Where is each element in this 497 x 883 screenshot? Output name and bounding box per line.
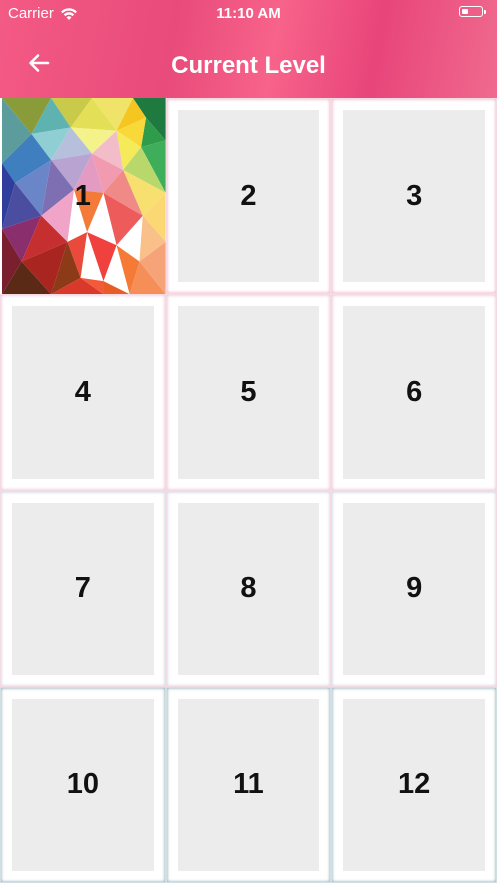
battery-nub [484, 10, 486, 14]
level-tile-8[interactable]: 8 [165, 490, 332, 687]
level-number: 10 [66, 768, 99, 801]
level-tile-1[interactable]: 1 [0, 98, 166, 295]
battery-icon [459, 6, 486, 17]
page-title: Current Level [171, 52, 326, 79]
level-tile-3[interactable]: 3 [331, 98, 497, 295]
level-tile-6[interactable]: 6 [331, 294, 497, 491]
level-number: 1 [74, 179, 91, 212]
app-header: Carrier 11:10 AM Current Level [0, 0, 497, 98]
level-number: 8 [240, 572, 257, 605]
level-grid: 1 2 3 4 5 6 7 8 9 10 11 12 [0, 98, 497, 883]
level-number: 11 [233, 768, 264, 801]
level-number: 7 [74, 572, 91, 605]
battery-fill [462, 9, 468, 14]
status-bar: Carrier 11:10 AM [0, 0, 497, 26]
level-number: 4 [74, 375, 91, 408]
level-tile-9[interactable]: 9 [331, 490, 497, 687]
level-number: 9 [406, 572, 423, 605]
level-tile-2[interactable]: 2 [165, 98, 332, 295]
level-tile-7[interactable]: 7 [0, 490, 166, 687]
level-tile-4[interactable]: 4 [0, 294, 166, 491]
level-number: 6 [406, 375, 423, 408]
level-tile-12[interactable]: 12 [331, 686, 497, 883]
level-tile-10[interactable]: 10 [0, 686, 166, 883]
level-number: 2 [240, 179, 257, 212]
level-number: 5 [240, 375, 257, 408]
level-number: 3 [406, 179, 423, 212]
level-tile-11[interactable]: 11 [165, 686, 332, 883]
level-number: 12 [398, 768, 431, 801]
level-tile-5[interactable]: 5 [165, 294, 332, 491]
status-time: 11:10 AM [216, 5, 281, 22]
